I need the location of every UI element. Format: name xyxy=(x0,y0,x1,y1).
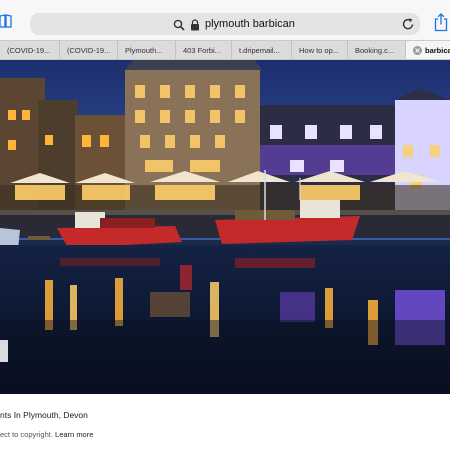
tab-dripemail[interactable]: t.dripemail... xyxy=(232,41,292,59)
tab-label: (COVID-19... xyxy=(7,46,51,55)
copyright-note: ect to copyright. Learn more xyxy=(0,430,93,439)
learn-more-link[interactable]: Learn more xyxy=(55,430,93,439)
copyright-text: ect to copyright. xyxy=(0,430,53,439)
image-caption: nts In Plymouth, Devon ect to copyright.… xyxy=(0,394,450,450)
tab-label: barbica xyxy=(425,46,450,55)
tab-covid-1[interactable]: (COVID-19... xyxy=(0,41,60,59)
caption-title[interactable]: nts In Plymouth, Devon xyxy=(0,410,88,420)
address-bar[interactable]: plymouth barbican xyxy=(30,13,420,35)
bookmarks-icon[interactable] xyxy=(0,14,12,28)
tab-label: Plymouth... xyxy=(125,46,163,55)
tab-label: How to op... xyxy=(299,46,340,55)
tab-covid-2[interactable]: (COVID-19... xyxy=(60,41,118,59)
tab-bar: (COVID-19... (COVID-19... Plymouth... 40… xyxy=(0,40,450,60)
lock-icon xyxy=(190,18,200,31)
tab-label: t.dripemail... xyxy=(239,46,280,55)
tab-close-icon[interactable] xyxy=(413,46,422,55)
tab-label: Booking.c... xyxy=(355,46,395,55)
browser-toolbar: plymouth barbican xyxy=(0,0,450,40)
tab-plymouth[interactable]: Plymouth... xyxy=(118,41,176,59)
tab-how-to[interactable]: How to op... xyxy=(292,41,348,59)
harbour-photo[interactable] xyxy=(0,60,450,394)
tab-booking[interactable]: Booking.c... xyxy=(348,41,406,59)
share-icon[interactable] xyxy=(434,13,448,32)
tab-label: 403 Forbi... xyxy=(183,46,221,55)
tab-label: (COVID-19... xyxy=(67,46,111,55)
reload-icon[interactable] xyxy=(402,17,415,31)
side-swipe-handle[interactable] xyxy=(0,340,8,362)
tab-403-forbidden[interactable]: 403 Forbi... xyxy=(176,41,232,59)
address-text: plymouth barbican xyxy=(205,18,295,30)
search-icon xyxy=(173,18,185,31)
